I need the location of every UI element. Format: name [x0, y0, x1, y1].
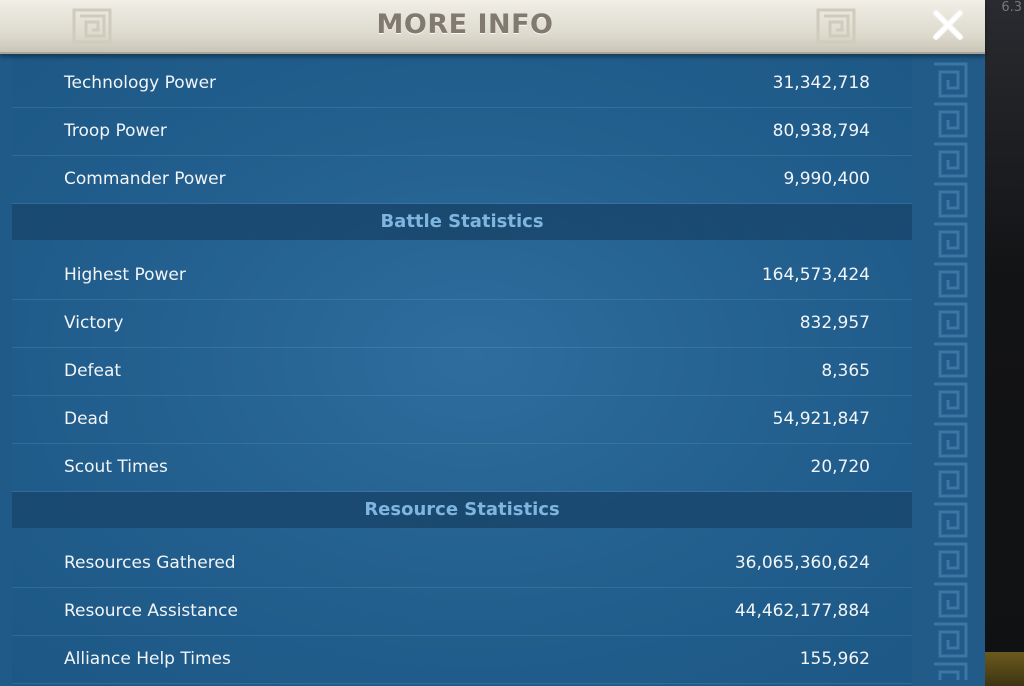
stat-row-highest-power: Highest Power 164,573,424 — [12, 252, 912, 300]
stat-value: 164,573,424 — [761, 265, 870, 285]
screen: 6.3 Technology Power 31,342,718 Troop Po… — [0, 0, 1024, 686]
close-button[interactable] — [927, 4, 969, 46]
stat-value: 20,720 — [810, 457, 870, 477]
window-header: MORE INFO — [0, 0, 985, 54]
panel-left-border — [0, 50, 12, 686]
stat-label: Alliance Help Times — [64, 649, 231, 669]
stat-value: 80,938,794 — [772, 121, 870, 141]
stat-row-defeat: Defeat 8,365 — [12, 348, 912, 396]
stat-value: 44,462,177,884 — [734, 601, 870, 621]
stat-row-resource-assistance: Resource Assistance 44,462,177,884 — [12, 588, 912, 636]
stat-value: 36,065,360,624 — [734, 553, 870, 573]
stat-value: 9,990,400 — [783, 169, 870, 189]
more-info-panel: Technology Power 31,342,718 Troop Power … — [0, 0, 985, 686]
stat-row-technology-power: Technology Power 31,342,718 — [12, 60, 912, 108]
stat-label: Resources Gathered — [64, 553, 236, 573]
section-title: Battle Statistics — [380, 211, 544, 232]
stat-label: Dead — [64, 409, 109, 429]
stats-list: Technology Power 31,342,718 Troop Power … — [12, 60, 912, 684]
stat-row-scout-times: Scout Times 20,720 — [12, 444, 912, 492]
stat-value: 832,957 — [799, 313, 870, 333]
stat-value: 31,342,718 — [772, 73, 870, 93]
stat-label: Victory — [64, 313, 124, 333]
stat-label: Resource Assistance — [64, 601, 238, 621]
stat-value: 155,962 — [799, 649, 870, 669]
background-edge — [985, 0, 1024, 686]
panel-right-border — [912, 50, 985, 686]
stat-row-victory: Victory 832,957 — [12, 300, 912, 348]
stat-label: Highest Power — [64, 265, 186, 285]
stat-row-troop-power: Troop Power 80,938,794 — [12, 108, 912, 156]
stat-row-resources-gathered: Resources Gathered 36,065,360,624 — [12, 540, 912, 588]
background-corner-text: 6.3 — [1001, 0, 1022, 15]
section-header-resource-statistics: Resource Statistics — [12, 492, 912, 528]
stat-label: Troop Power — [64, 121, 167, 141]
section-title: Resource Statistics — [364, 499, 560, 520]
stat-row-commander-power: Commander Power 9,990,400 — [12, 156, 912, 204]
stat-row-alliance-help-times: Alliance Help Times 155,962 — [12, 636, 912, 684]
stat-label: Commander Power — [64, 169, 226, 189]
background-gold-edge — [985, 652, 1024, 686]
section-header-battle-statistics: Battle Statistics — [12, 204, 912, 240]
stat-label: Defeat — [64, 361, 122, 381]
stat-value: 8,365 — [821, 361, 870, 381]
meander-border-icon — [930, 60, 970, 680]
stat-value: 54,921,847 — [772, 409, 870, 429]
stat-label: Technology Power — [64, 73, 217, 93]
page-title: MORE INFO — [376, 9, 554, 40]
stat-row-dead: Dead 54,921,847 — [12, 396, 912, 444]
stat-label: Scout Times — [64, 457, 168, 477]
close-icon — [933, 10, 963, 40]
